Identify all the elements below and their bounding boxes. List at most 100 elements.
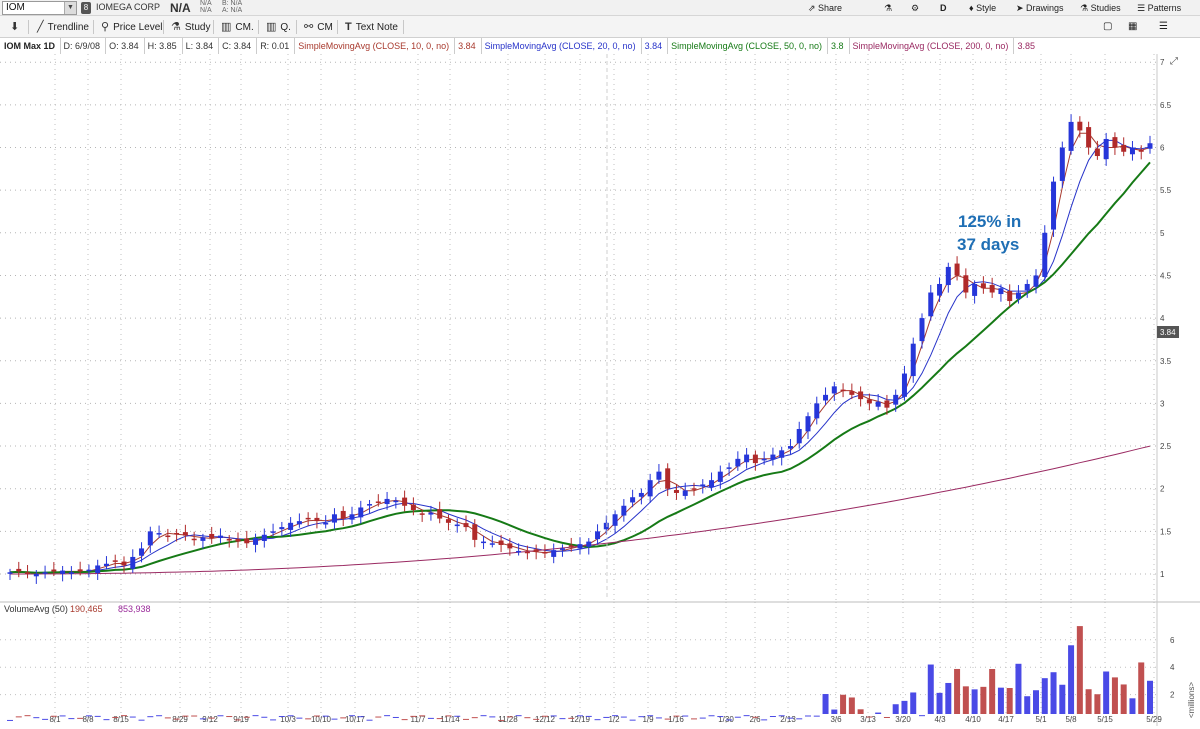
candle-body xyxy=(980,283,986,289)
candle-body xyxy=(551,550,557,557)
pin-icon[interactable]: ⬇ xyxy=(10,19,23,35)
drawings-button[interactable]: ➤ Drawings xyxy=(1016,1,1064,15)
candle-body xyxy=(682,490,688,496)
aggregation-button[interactable]: D xyxy=(940,1,947,15)
volume-bar xyxy=(524,717,531,719)
candle-body xyxy=(638,492,644,497)
volume-bar xyxy=(769,716,776,718)
candle-body xyxy=(744,454,750,463)
candle-body xyxy=(568,545,574,547)
candle-body xyxy=(489,543,495,545)
volume-bar xyxy=(901,700,908,714)
volume-bar xyxy=(331,718,338,720)
candle-body xyxy=(393,500,399,503)
volume-bar xyxy=(480,715,487,717)
candle-body xyxy=(375,501,381,503)
candle-body xyxy=(42,572,48,574)
ohlc-range: R: 0.01 xyxy=(256,38,292,54)
volume-bar xyxy=(734,716,741,718)
candle-body xyxy=(805,416,811,432)
cm-dot-button[interactable]: ▥ CM. xyxy=(221,19,254,35)
style-button[interactable]: ♦ Style xyxy=(969,1,996,15)
volume-bar xyxy=(199,718,206,720)
volume-bar xyxy=(559,718,566,720)
volume-bar xyxy=(945,682,952,714)
volume-value-2: 853,938 xyxy=(118,604,151,614)
candle-body xyxy=(709,480,715,488)
volume-bar xyxy=(585,715,592,717)
q-button[interactable]: ▥ Q. xyxy=(266,19,291,35)
chart-area[interactable]: 1 1.5 2 2.5 3 3.5 4 4.5 5 5.5 6 6.5 7 2 4 6 8/1 8/8 8/15 8… xyxy=(0,54,1200,726)
price-chart-svg[interactable]: 11.522.533.544.555.566.57246 8/1 8/8 8/15 8… xyxy=(0,54,1200,726)
volume-tick-label: 4 xyxy=(1170,663,1175,672)
candle-body xyxy=(779,450,785,458)
volume-bar xyxy=(822,694,829,714)
candle-body xyxy=(445,519,451,523)
price-tick-label: 3.5 xyxy=(1160,357,1172,366)
candle-body xyxy=(1059,147,1065,181)
scale-toggle-icon[interactable]: ⤢ xyxy=(1170,56,1178,67)
gear-icon[interactable]: ⚙ xyxy=(911,1,919,15)
cm-button[interactable]: ⚯ CM xyxy=(304,19,333,35)
annotation-line2[interactable]: 37 days xyxy=(957,235,1019,254)
grid-layout-icon[interactable]: ▦ xyxy=(1128,19,1137,35)
volume-bar xyxy=(392,716,399,718)
candle-body xyxy=(217,535,223,539)
volume-bar xyxy=(313,715,320,717)
sma200-legend[interactable]: SimpleMovingAvg (CLOSE, 200, 0, no) xyxy=(848,38,1012,54)
q-label: Q. xyxy=(280,22,291,33)
candle-body xyxy=(858,391,864,400)
symbol-dropdown-icon[interactable]: ▼ xyxy=(64,2,76,14)
volume-study-label[interactable]: VolumeAvg (50) xyxy=(4,604,68,614)
date-tick-label: 5/15 xyxy=(1097,715,1113,724)
single-panel-icon[interactable]: ▢ xyxy=(1103,19,1112,35)
volume-bar xyxy=(1103,671,1110,714)
candle-body xyxy=(752,454,758,464)
candle-body xyxy=(331,514,337,523)
volume-bar xyxy=(182,715,189,717)
studies-icon: ⚗ xyxy=(1080,3,1091,13)
candle-body xyxy=(1138,149,1144,152)
volume-bar xyxy=(752,716,759,718)
candle-body xyxy=(437,509,443,519)
price-tick-label: 5.5 xyxy=(1160,186,1172,195)
date-tick-label: 5/29 xyxy=(1146,715,1162,724)
candle-body xyxy=(559,548,565,550)
annotation-line1[interactable]: 125% in xyxy=(958,212,1021,231)
sma50-legend[interactable]: SimpleMovingAvg (CLOSE, 50, 0, no) xyxy=(667,38,825,54)
symbol-input[interactable]: IOM ▼ xyxy=(2,1,77,15)
volume-bar xyxy=(743,715,750,717)
list-icon[interactable]: ☰ xyxy=(1159,19,1168,35)
studies-button[interactable]: ⚗ Studies xyxy=(1080,1,1121,15)
sma20-legend[interactable]: SimpleMovingAvg (CLOSE, 20, 0, no) xyxy=(480,38,639,54)
date-tick-label: 8/8 xyxy=(82,715,94,724)
patterns-label: Patterns xyxy=(1147,3,1182,13)
trendline-button[interactable]: ╱ Trendline xyxy=(37,19,89,35)
patterns-button[interactable]: ☰ Patterns xyxy=(1137,1,1181,15)
candle-body xyxy=(717,471,723,482)
flask-icon[interactable]: ⚗ xyxy=(884,1,892,15)
divider xyxy=(93,20,94,34)
candle-body xyxy=(1086,127,1092,148)
study-button[interactable]: ⚗ Study xyxy=(171,19,210,35)
volume-bar xyxy=(866,716,873,718)
sma10-legend[interactable]: SimpleMovingAvg (CLOSE, 10, 0, no) xyxy=(294,38,452,54)
divider xyxy=(163,20,164,34)
patterns-icon: ☰ xyxy=(1137,3,1148,13)
candle-body xyxy=(147,531,153,546)
link-badge[interactable]: 8 xyxy=(81,2,91,14)
candle-body xyxy=(945,266,951,286)
text-note-button[interactable]: T Text Note xyxy=(345,19,398,35)
date-tick-label: 4/10 xyxy=(965,715,981,724)
candle-body xyxy=(586,541,592,547)
price-level-button[interactable]: ⚲ Price Level xyxy=(101,19,163,35)
share-button[interactable]: ⇗ Share xyxy=(808,1,842,15)
candle-body xyxy=(410,504,416,511)
candle-body xyxy=(349,514,355,520)
candle-body xyxy=(910,343,916,377)
volume-bar xyxy=(787,717,794,719)
candle-body xyxy=(358,507,364,518)
divider xyxy=(258,20,259,34)
candle-body xyxy=(253,538,259,545)
volume-bar xyxy=(296,717,303,719)
